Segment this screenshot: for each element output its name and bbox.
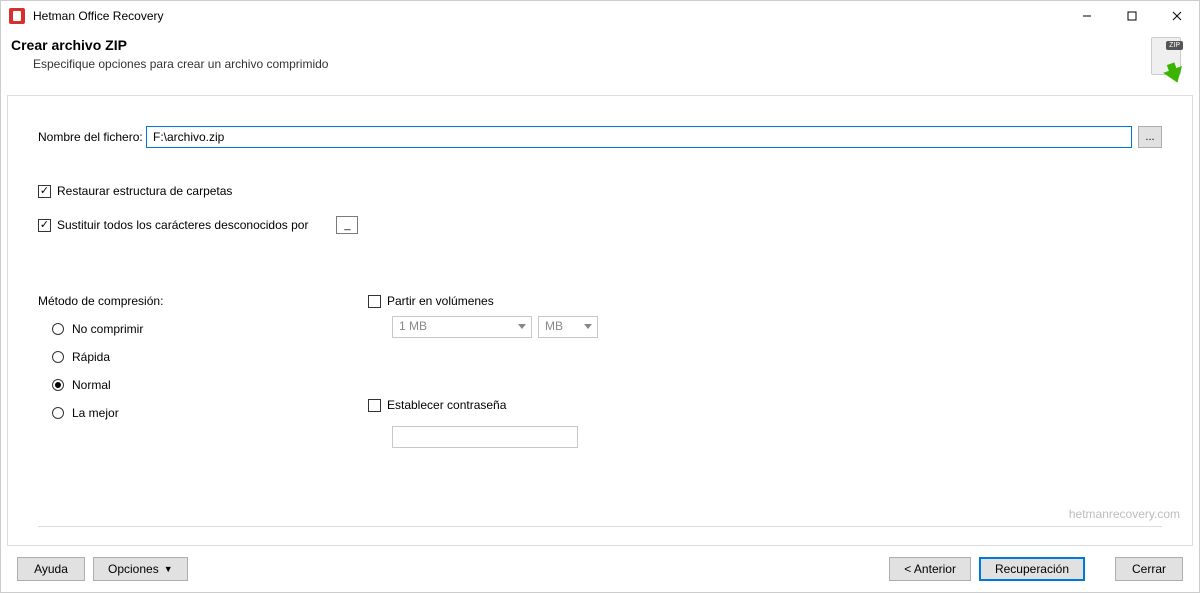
browse-button[interactable]: ... <box>1138 126 1162 148</box>
compression-normal-label: Normal <box>72 378 111 392</box>
help-button[interactable]: Ayuda <box>17 557 85 581</box>
separator <box>38 526 1162 527</box>
filename-input[interactable] <box>146 126 1132 148</box>
options-button[interactable]: Opciones▼ <box>93 557 188 581</box>
volume-size-combo[interactable]: 1 MB <box>392 316 532 338</box>
restore-structure-checkbox[interactable] <box>38 185 51 198</box>
recover-button[interactable]: Recuperación <box>979 557 1085 581</box>
window-title: Hetman Office Recovery <box>33 9 164 23</box>
back-button[interactable]: < Anterior <box>889 557 971 581</box>
substitute-unknown-checkbox[interactable] <box>38 219 51 232</box>
chevron-down-icon <box>518 324 526 329</box>
window-controls <box>1064 1 1199 31</box>
password-input[interactable] <box>392 426 578 448</box>
compression-fast-radio[interactable] <box>52 351 64 363</box>
compression-best-radio[interactable] <box>52 407 64 419</box>
zip-icon: ZIP <box>1139 37 1183 81</box>
content-panel: Nombre del fichero: ... Restaurar estruc… <box>7 95 1193 546</box>
app-window: Hetman Office Recovery Crear archivo ZIP… <box>0 0 1200 593</box>
split-volumes-checkbox[interactable] <box>368 295 381 308</box>
compression-none-radio[interactable] <box>52 323 64 335</box>
filename-label: Nombre del fichero: <box>38 130 146 144</box>
compression-normal-radio[interactable] <box>52 379 64 391</box>
wizard-header: Crear archivo ZIP Especifique opciones p… <box>1 31 1199 91</box>
close-dialog-button[interactable]: Cerrar <box>1115 557 1183 581</box>
substitute-char-input[interactable] <box>336 216 358 234</box>
branding-text: hetmanrecovery.com <box>1069 507 1180 521</box>
page-title: Crear archivo ZIP <box>11 37 328 53</box>
maximize-button[interactable] <box>1109 1 1154 31</box>
titlebar: Hetman Office Recovery <box>1 1 1199 31</box>
restore-structure-label: Restaurar estructura de carpetas <box>57 184 232 198</box>
compression-best-label: La mejor <box>72 406 119 420</box>
compression-label: Método de compresión: <box>38 294 368 308</box>
set-password-checkbox[interactable] <box>368 399 381 412</box>
volume-unit-combo[interactable]: MB <box>538 316 598 338</box>
compression-none-label: No comprimir <box>72 322 143 336</box>
minimize-button[interactable] <box>1064 1 1109 31</box>
split-volumes-label: Partir en volúmenes <box>387 294 494 308</box>
caret-down-icon: ▼ <box>164 564 173 574</box>
set-password-label: Establecer contraseña <box>387 398 506 412</box>
chevron-down-icon <box>584 324 592 329</box>
app-icon <box>9 8 25 24</box>
compression-fast-label: Rápida <box>72 350 110 364</box>
page-subtitle: Especifique opciones para crear un archi… <box>33 57 328 71</box>
substitute-unknown-label: Sustituir todos los carácteres desconoci… <box>57 218 308 232</box>
close-button[interactable] <box>1154 1 1199 31</box>
footer: Ayuda Opciones▼ < Anterior Recuperación … <box>1 546 1199 592</box>
